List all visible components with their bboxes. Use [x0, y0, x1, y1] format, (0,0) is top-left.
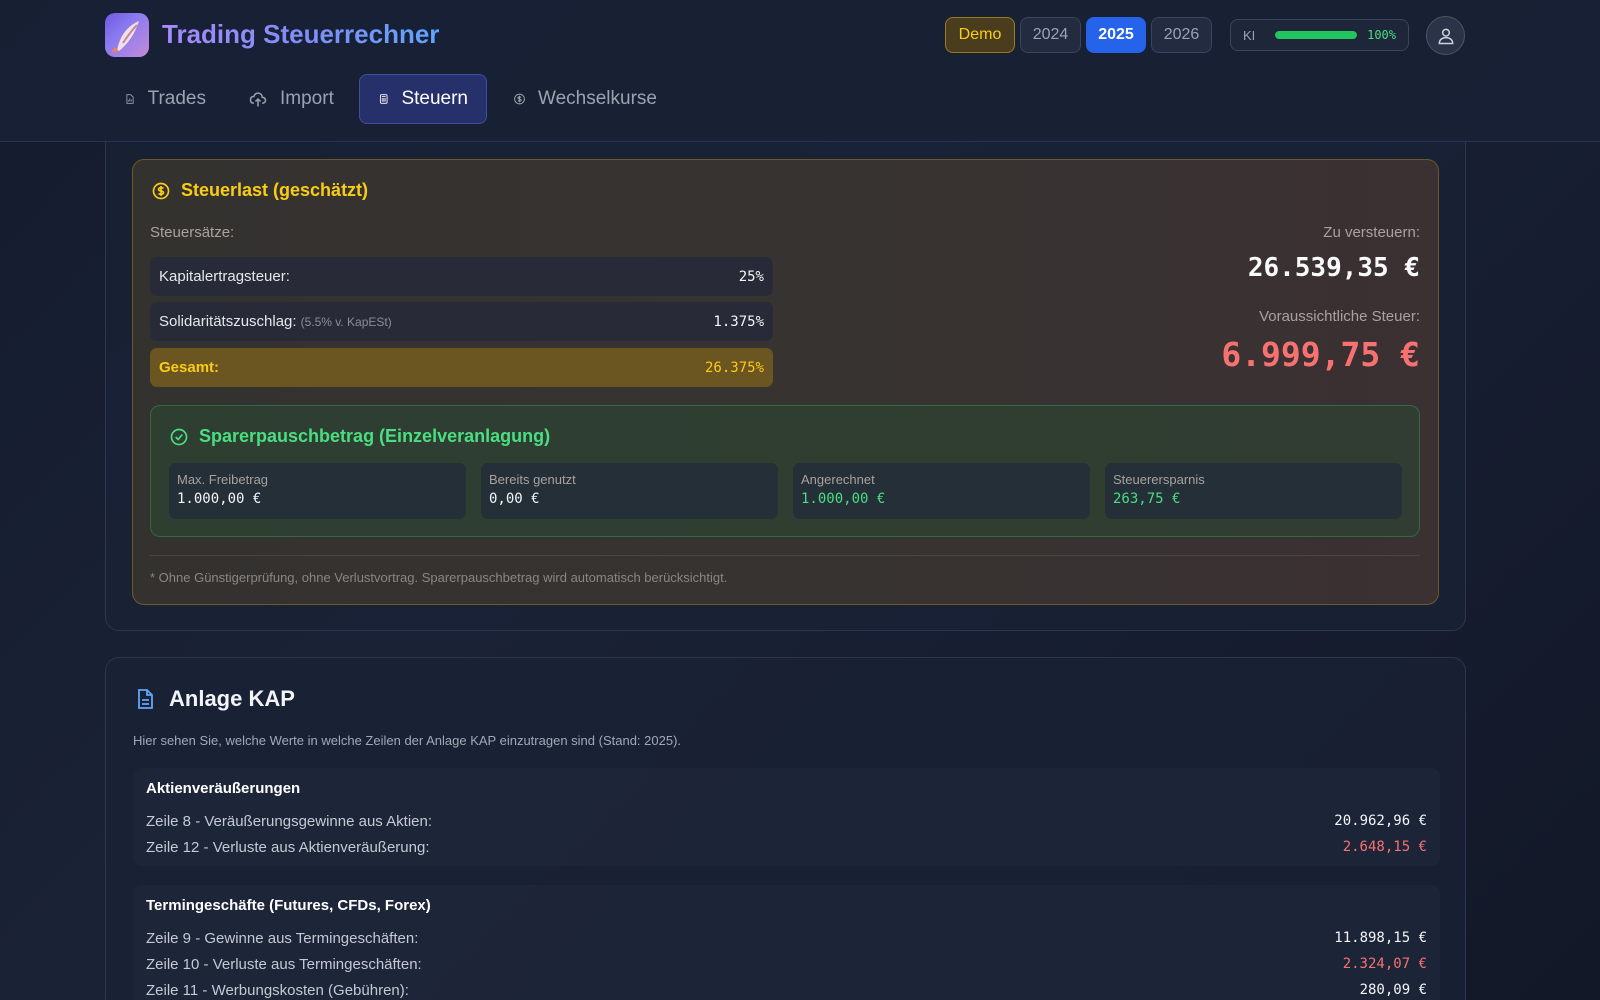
rocket-icon [111, 21, 139, 53]
chart-file-icon [126, 94, 134, 104]
tab-trades-label: Trades [147, 88, 206, 109]
check-circle-icon [170, 428, 188, 445]
tab-trades[interactable]: Trades [106, 74, 224, 124]
allowance-card-label: Max. Freibetrag [177, 472, 269, 487]
taxable-summary: Zu versteuern: 26.539,35 € [1248, 224, 1420, 283]
anlage-kap-description: Hier sehen Sie, welche Werte in welche Z… [133, 733, 682, 748]
user-icon [1438, 28, 1453, 44]
allowance-card-max: Max. Freibetrag 1.000,00 € [169, 463, 466, 519]
ki-percent: 100% [1367, 28, 1396, 42]
anlage-kap-panel: Anlage KAP Hier sehen Sie, welche Werte … [105, 657, 1466, 1000]
kap-section-title: Aktienveräußerungen [146, 780, 301, 797]
kap-row: Zeile 12 - Verluste aus Aktienveräußerun… [146, 834, 1427, 860]
document-icon [138, 689, 153, 709]
ki-progress-bar [1275, 31, 1358, 39]
upload-cloud-icon [249, 92, 267, 107]
year-2024-button[interactable]: 2024 [1020, 17, 1081, 53]
tab-wechselkurse-label: Wechselkurse [538, 88, 657, 109]
kap-row: Zeile 9 - Gewinne aus Termingeschäften: … [146, 925, 1427, 951]
kap-row-label: Zeile 9 - Gewinne aus Termingeschäften: [146, 929, 419, 947]
ki-progress-fill [1275, 31, 1358, 39]
anlage-kap-title: Anlage KAP [133, 686, 295, 712]
kap-row: Zeile 11 - Werbungskosten (Gebühren): 28… [146, 977, 1427, 1000]
ki-label: KI [1243, 27, 1256, 43]
kap-row-value: 2.324,07 € [1342, 956, 1427, 972]
rate-row-soli: Solidaritätszuschlag: (5.5% v. KapESt) 1.… [150, 302, 773, 341]
dollar-circle-icon [152, 182, 170, 199]
tab-import[interactable]: Import [230, 74, 358, 124]
calculator-icon [379, 94, 388, 104]
tax-footnote: * Ohne Günstigerprüfung, ohne Verlustvor… [150, 570, 728, 585]
ki-usage-meter: KI 100% [1230, 19, 1409, 51]
kap-row-value: 20.962,96 € [1334, 813, 1427, 829]
tab-wechselkurse[interactable]: Wechselkurse [495, 74, 675, 124]
dollar-circle-icon [514, 93, 525, 105]
app-title: Trading Steuerrechner [162, 19, 440, 49]
sparerpauschbetrag-title-text: Sparerpauschbetrag (Einzelveranlagung) [199, 426, 551, 446]
kap-row: Zeile 8 - Veräußerungsgewinne aus Aktien… [146, 808, 1427, 834]
allowance-card-credited: Angerechnet 1.000,00 € [793, 463, 1090, 519]
kap-row-label: Zeile 8 - Veräußerungsgewinne aus Aktien… [146, 812, 433, 830]
anlage-kap-title-text: Anlage KAP [169, 686, 295, 711]
tab-steuern[interactable]: Steuern [359, 74, 487, 124]
allowance-card-value: 1.000,00 € [801, 491, 886, 507]
year-2026-button[interactable]: 2026 [1151, 17, 1212, 53]
expected-tax-summary: Voraussichtliche Steuer: 6.999,75 € [1221, 308, 1420, 374]
demo-badge[interactable]: Demo [945, 17, 1015, 53]
tax-rates-label: Steuersätze: [150, 224, 235, 241]
allowance-card-label: Bereits genutzt [489, 472, 576, 487]
sparerpauschbetrag-box: Sparerpauschbetrag (Einzelveranlagung) M… [150, 405, 1420, 537]
kap-row-value: 11.898,15 € [1334, 930, 1427, 946]
expected-tax-label: Voraussichtliche Steuer: [1259, 308, 1420, 325]
allowance-card-value: 0,00 € [489, 491, 540, 507]
allowance-card-savings: Steuerersparnis 263,75 € [1105, 463, 1402, 519]
kap-row-value: 280,09 € [1359, 982, 1427, 998]
tax-estimate-title: Steuerlast (geschätzt) [151, 180, 368, 201]
rate-value: 1.375% [713, 313, 764, 330]
allowance-card-used: Bereits genutzt 0,00 € [481, 463, 778, 519]
taxable-label: Zu versteuern: [1323, 224, 1420, 241]
kap-row-label: Zeile 10 - Verluste aus Termingeschäften… [146, 955, 422, 973]
allowance-card-label: Angerechnet [801, 472, 875, 487]
tax-estimate-panel: Steuerlast (geschätzt) Steuersätze: Kapi… [132, 159, 1439, 605]
app-logo [105, 13, 149, 57]
divider [150, 555, 1420, 556]
rate-hint: (5.5% v. KapESt) [300, 315, 392, 329]
year-2025-button[interactable]: 2025 [1086, 17, 1146, 53]
kap-row: Zeile 10 - Verluste aus Termingeschäften… [146, 951, 1427, 977]
kap-section-title: Termingeschäfte (Futures, CFDs, Forex) [146, 897, 431, 914]
expected-tax-value: 6.999,75 € [1221, 335, 1420, 374]
kap-section-termingeschaefte: Termingeschäfte (Futures, CFDs, Forex) Z… [133, 885, 1440, 1000]
rate-value: 26.375% [704, 359, 764, 376]
rate-row-total: Gesamt: 26.375% [150, 348, 773, 387]
rate-label: Gesamt: [159, 359, 220, 376]
taxable-value: 26.539,35 € [1247, 253, 1420, 283]
rate-label: Solidaritätszuschlag: [159, 313, 297, 330]
user-menu-button[interactable] [1426, 16, 1465, 55]
rate-label: Kapitalertragsteuer: [159, 268, 290, 285]
allowance-card-label: Steuerersparnis [1113, 472, 1205, 487]
sparerpauschbetrag-title: Sparerpauschbetrag (Einzelveranlagung) [169, 426, 550, 447]
kap-section-aktien: Aktienveräußerungen Zeile 8 - Veräußerun… [133, 768, 1440, 866]
app-header: Trading Steuerrechner Demo 2024 2025 202… [0, 0, 1600, 142]
tab-steuern-label: Steuern [401, 88, 468, 109]
tab-import-label: Import [280, 88, 334, 109]
kap-row-label: Zeile 12 - Verluste aus Aktienveräußerun… [146, 838, 430, 856]
allowance-card-value: 263,75 € [1113, 491, 1181, 507]
kap-row-label: Zeile 11 - Werbungskosten (Gebühren): [146, 981, 409, 999]
rate-value: 25% [738, 268, 764, 285]
kap-row-value: 2.648,15 € [1342, 839, 1427, 855]
allowance-card-value: 1.000,00 € [177, 491, 262, 507]
rate-row-kapitalertragsteuer: Kapitalertragsteuer: 25% [150, 257, 773, 296]
tax-estimate-title-text: Steuerlast (geschätzt) [181, 180, 369, 200]
